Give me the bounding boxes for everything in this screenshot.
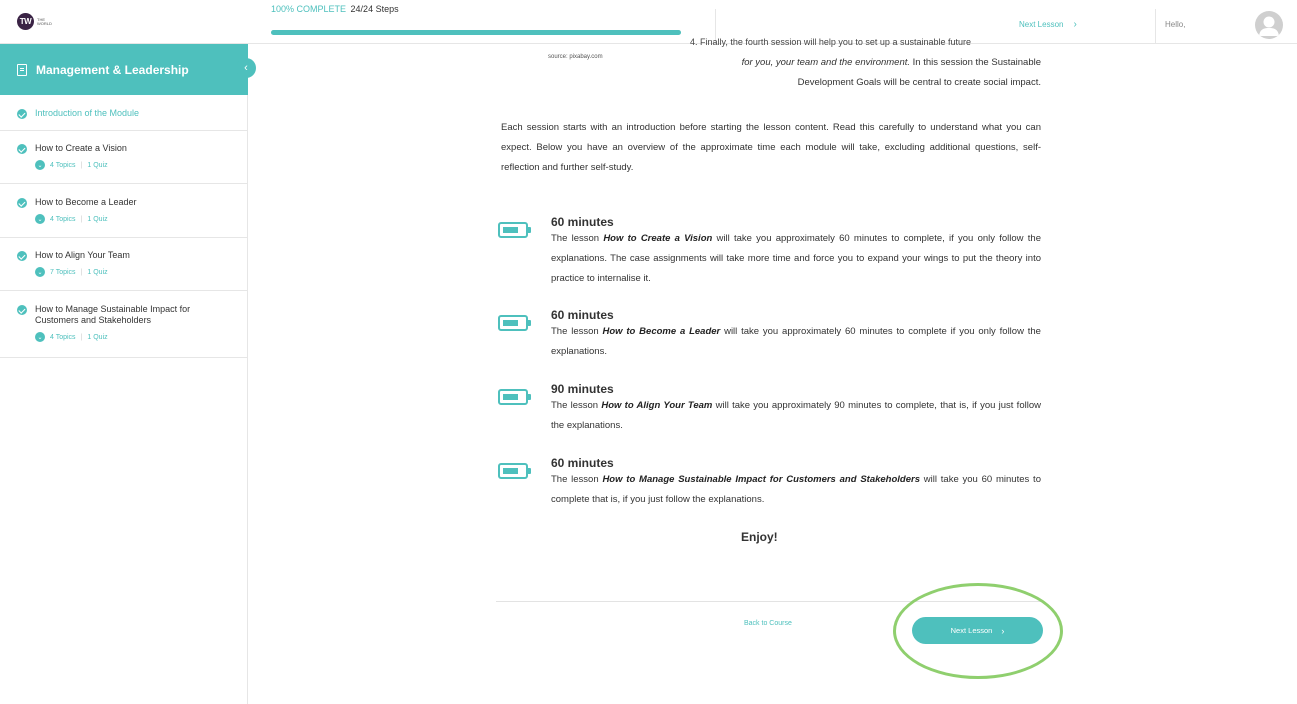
lesson-sidebar: Management & Leadership ‹ Introduction o… (0, 44, 256, 704)
sidebar-header: Management & Leadership (0, 44, 248, 95)
intro-emphasis: for you, your team and the environment. (741, 57, 911, 68)
duration-title: 90 minutes (551, 382, 614, 396)
lesson-name: How to Create a Vision (603, 233, 713, 244)
duration-title: 60 minutes (551, 215, 614, 229)
progress-percent: 100% COMPLETE (271, 4, 347, 14)
check-circle-icon (17, 198, 27, 208)
meta-separator: | (80, 161, 83, 169)
chevron-down-icon[interactable]: ⌄ (35, 214, 45, 224)
battery-icon (498, 222, 531, 238)
lesson-name: How to Become a Leader (602, 326, 721, 337)
quiz-count[interactable]: 1 Quiz (87, 334, 107, 341)
image-caption: source: pixabay.com (548, 54, 603, 60)
meta-separator: | (80, 333, 83, 341)
user-avatar-icon[interactable] (1255, 11, 1283, 39)
next-lesson-button[interactable]: Next Lesson › (912, 617, 1043, 644)
duration-description: The lesson How to Create a Vision will t… (551, 233, 1041, 284)
progress-bar (271, 30, 681, 35)
back-to-course-link[interactable]: Back to Course (744, 620, 792, 627)
site-logo[interactable]: TW THE WORLD (17, 13, 52, 30)
intro-line-rest: In this session the Sustainable (910, 57, 1041, 68)
chevron-down-icon[interactable]: ⌄ (35, 332, 45, 342)
check-circle-icon (17, 251, 27, 261)
lesson-meta: ⌄ 4 Topics | 1 Quiz (0, 214, 247, 224)
check-circle-icon (17, 144, 27, 154)
check-circle-icon (17, 109, 27, 119)
sidebar-item-introduction[interactable]: Introduction of the Module (0, 95, 247, 131)
duration-description: The lesson How to Become a Leader will t… (551, 326, 1041, 357)
sidebar-item-label: Introduction of the Module (35, 108, 140, 118)
sidebar-item-sustainable-impact[interactable]: How to Manage Sustainable Impact for Cus… (0, 291, 247, 358)
greeting: Hello, (1165, 20, 1186, 29)
battery-icon (498, 389, 531, 405)
duration-description: The lesson How to Align Your Team will t… (551, 400, 1041, 431)
topics-count[interactable]: 4 Topics (50, 216, 76, 223)
duration-description: The lesson How to Manage Sustainable Imp… (551, 474, 1041, 505)
topics-count[interactable]: 7 Topics (50, 269, 76, 276)
check-circle-icon (17, 305, 27, 315)
lesson-name: How to Align Your Team (601, 400, 713, 411)
closing-text: Enjoy! (741, 530, 778, 544)
meta-separator: | (80, 215, 83, 223)
collapse-sidebar-button[interactable]: ‹ (236, 58, 256, 78)
quiz-count[interactable]: 1 Quiz (87, 269, 107, 276)
header-divider (1155, 9, 1156, 44)
course-title: Management & Leadership (36, 62, 189, 77)
meta-separator: | (80, 268, 83, 276)
lesson-meta: ⌄ 7 Topics | 1 Quiz (0, 267, 247, 277)
lesson-meta: ⌄ 4 Topics | 1 Quiz (0, 332, 247, 342)
logo-wordmark: THE WORLD (37, 16, 52, 26)
sidebar-item-label: How to Align Your Team (35, 250, 130, 260)
course-progress: 100% COMPLETE 24/24 Steps (271, 4, 681, 35)
book-icon (17, 63, 27, 76)
quiz-count[interactable]: 1 Quiz (87, 162, 107, 169)
sidebar-item-label: How to Manage Sustainable Impact for Cus… (35, 304, 191, 325)
sidebar-item-align-team[interactable]: How to Align Your Team ⌄ 7 Topics | 1 Qu… (0, 238, 247, 291)
battery-icon (498, 463, 531, 479)
header-next-lesson-label: Next Lesson (1019, 20, 1064, 29)
top-bar: TW THE WORLD 100% COMPLETE 24/24 Steps N… (0, 0, 1297, 44)
chevron-right-icon: › (1073, 19, 1077, 30)
lesson-meta: ⌄ 4 Topics | 1 Quiz (0, 160, 247, 170)
duration-title: 60 minutes (551, 456, 614, 470)
topics-count[interactable]: 4 Topics (50, 162, 76, 169)
clipped-text-line: 4. Finally, the fourth session will help… (690, 37, 971, 47)
chevron-down-icon[interactable]: ⌄ (35, 160, 45, 170)
battery-icon (498, 315, 531, 331)
overview-paragraph: Each session starts with an introduction… (501, 122, 1041, 173)
sidebar-item-create-vision[interactable]: How to Create a Vision ⌄ 4 Topics | 1 Qu… (0, 131, 247, 184)
sidebar-item-label: How to Create a Vision (35, 143, 127, 153)
content-divider (496, 601, 1042, 602)
logo-mark: TW (17, 13, 34, 30)
chevron-right-icon: › (1001, 625, 1005, 636)
progress-bar-fill (271, 30, 681, 35)
progress-steps: 24/24 Steps (350, 4, 399, 14)
sidebar-item-become-leader[interactable]: How to Become a Leader ⌄ 4 Topics | 1 Qu… (0, 184, 247, 238)
quiz-count[interactable]: 1 Quiz (87, 216, 107, 223)
header-next-lesson-link[interactable]: Next Lesson › (1019, 19, 1077, 30)
intro-text: for you, your team and the environment. … (700, 53, 1041, 93)
intro-line-2: Development Goals will be central to cre… (797, 77, 1041, 88)
duration-title: 60 minutes (551, 308, 614, 322)
chevron-left-icon: ‹ (244, 62, 248, 74)
sidebar-item-label: How to Become a Leader (35, 197, 137, 207)
lesson-name: How to Manage Sustainable Impact for Cus… (602, 474, 920, 485)
chevron-down-icon[interactable]: ⌄ (35, 267, 45, 277)
topics-count[interactable]: 4 Topics (50, 334, 76, 341)
next-lesson-label: Next Lesson (950, 626, 993, 635)
